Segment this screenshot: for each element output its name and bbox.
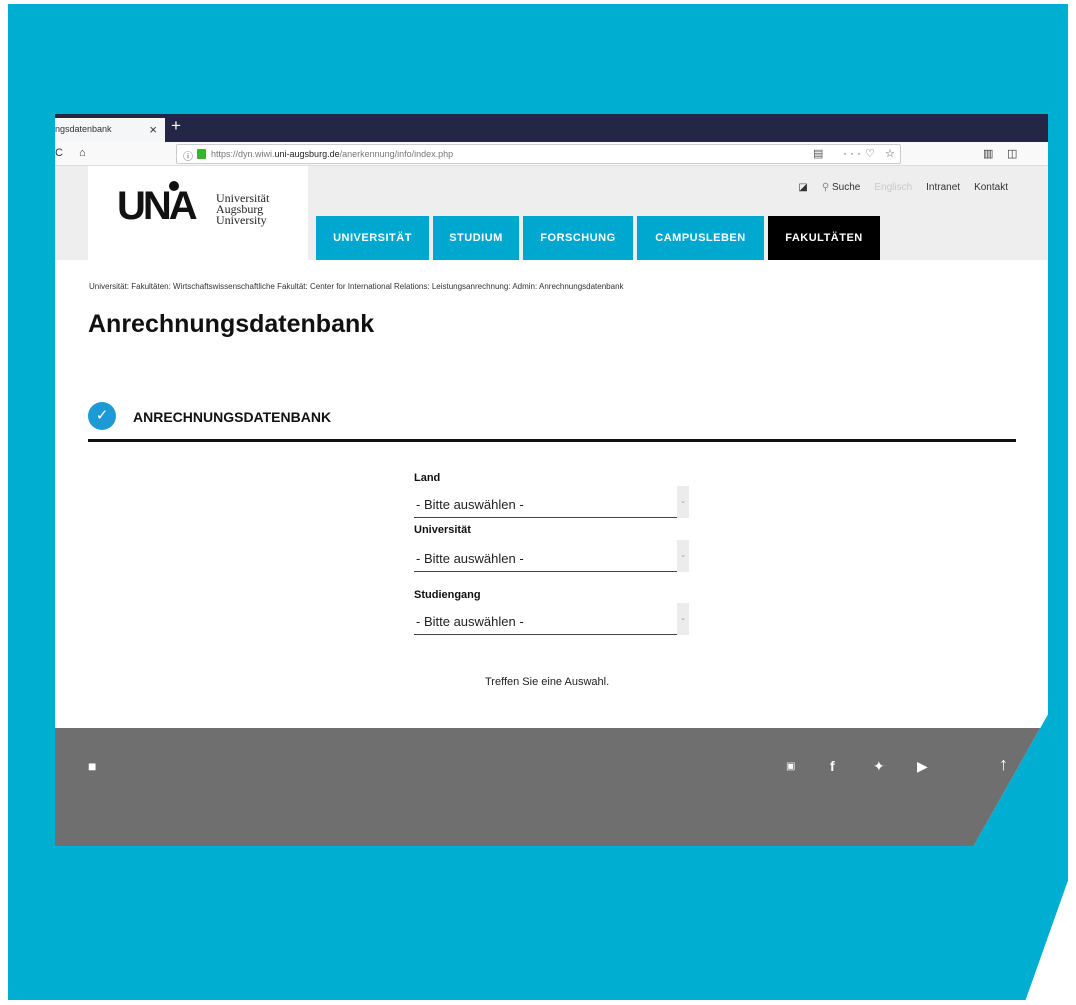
more-actions-icon[interactable]: ··· [843, 146, 864, 160]
logo-wordmark: Universität Augsburg University [216, 191, 270, 227]
filter-form: Land - Bitte auswählen - ⌄ Universität -… [414, 472, 689, 635]
pocket-icon[interactable]: ♡ [865, 147, 875, 160]
newsletter-icon[interactable]: ▣ [786, 761, 795, 772]
tab-strip: ngsdatenbank × + [55, 114, 1048, 142]
main-navigation: UNIVERSITÄT STUDIUM FORSCHUNG CAMPUSLEBE… [316, 216, 880, 260]
youtube-icon[interactable]: ▶ [917, 758, 928, 775]
chevron-down-icon[interactable]: ⌄ [677, 603, 689, 635]
home-icon[interactable]: ⌂ [79, 147, 86, 159]
site-header: UNA Universität Augsburg University ◪ ⚲ … [55, 166, 1048, 260]
facebook-icon[interactable]: f [830, 758, 835, 774]
breadcrumb[interactable]: Universität: Fakultäten: Wirtschaftswiss… [89, 282, 624, 291]
universitaet-label: Universität [414, 524, 471, 536]
utility-nav: ◪ ⚲ Suche Englisch Intranet Kontakt [798, 182, 1008, 193]
library-icon[interactable]: ▥ [983, 147, 993, 160]
nav-universitaet[interactable]: UNIVERSITÄT [316, 216, 429, 260]
checkmark-icon: ✓ [88, 402, 116, 430]
tab-title: ngsdatenbank [55, 124, 112, 134]
reload-icon[interactable]: C [55, 147, 63, 159]
bookmark-star-icon[interactable]: ☆ [885, 147, 895, 160]
search-link[interactable]: ⚲ Suche [822, 182, 860, 193]
site-footer: ■ ▣ f ✦ ▶ ↑ [55, 728, 1048, 846]
contrast-icon[interactable]: ◪ [798, 182, 807, 193]
intranet-link[interactable]: Intranet [926, 182, 960, 193]
chevron-down-icon[interactable]: ⌄ [677, 540, 689, 572]
logo-mark: UNA [117, 184, 198, 228]
reader-view-icon[interactable]: ▤ [813, 147, 823, 160]
scroll-top-icon[interactable]: ↑ [999, 754, 1008, 775]
nav-campusleben[interactable]: CAMPUSLEBEN [637, 216, 764, 260]
page-title: Anrechnungsdatenbank [88, 310, 375, 338]
university-logo[interactable]: UNA Universität Augsburg University [88, 166, 308, 260]
main-content: Universität: Fakultäten: Wirtschaftswiss… [55, 260, 1048, 728]
url-text: https://dyn.wiwi.uni-augsburg.de/anerken… [211, 149, 454, 159]
nav-fakultaeten[interactable]: FAKULTÄTEN [768, 216, 880, 260]
print-icon[interactable]: ■ [88, 758, 96, 774]
twitter-icon[interactable]: ✦ [873, 758, 885, 775]
logo-dot [169, 181, 179, 191]
browser-tab[interactable]: ngsdatenbank × [55, 118, 165, 142]
universitaet-select[interactable]: - Bitte auswählen - ⌄ [414, 540, 689, 572]
new-tab-icon[interactable]: + [171, 116, 181, 136]
sidebar-icon[interactable]: ◫ [1007, 147, 1017, 160]
contact-link[interactable]: Kontakt [974, 182, 1008, 193]
section-header: ✓ ANRECHNUNGSDATENBANK [88, 402, 1016, 442]
section-title: ANRECHNUNGSDATENBANK [133, 409, 332, 425]
info-icon[interactable]: ⓘ [183, 148, 193, 163]
chevron-down-icon[interactable]: ⌄ [677, 486, 689, 518]
english-link[interactable]: Englisch [874, 182, 912, 193]
land-label: Land [414, 472, 441, 484]
nav-forschung[interactable]: FORSCHUNG [523, 216, 633, 260]
address-toolbar: C ⌂ ⓘ https://dyn.wiwi.uni-augsburg.de/a… [55, 142, 1048, 166]
close-tab-icon[interactable]: × [149, 122, 157, 137]
nav-studium[interactable]: STUDIUM [433, 216, 519, 260]
land-select[interactable]: - Bitte auswählen - ⌄ [414, 486, 689, 518]
url-bar[interactable]: ⓘ https://dyn.wiwi.uni-augsburg.de/anerk… [176, 144, 901, 164]
search-icon: ⚲ [821, 182, 830, 193]
studiengang-label: Studiengang [414, 589, 481, 601]
lock-icon [197, 149, 206, 159]
studiengang-select[interactable]: - Bitte auswählen - ⌄ [414, 603, 689, 635]
browser-window: ngsdatenbank × + C ⌂ ⓘ https://dyn.wiwi.… [55, 114, 1048, 846]
selection-hint: Treffen Sie eine Auswahl. [485, 676, 610, 688]
